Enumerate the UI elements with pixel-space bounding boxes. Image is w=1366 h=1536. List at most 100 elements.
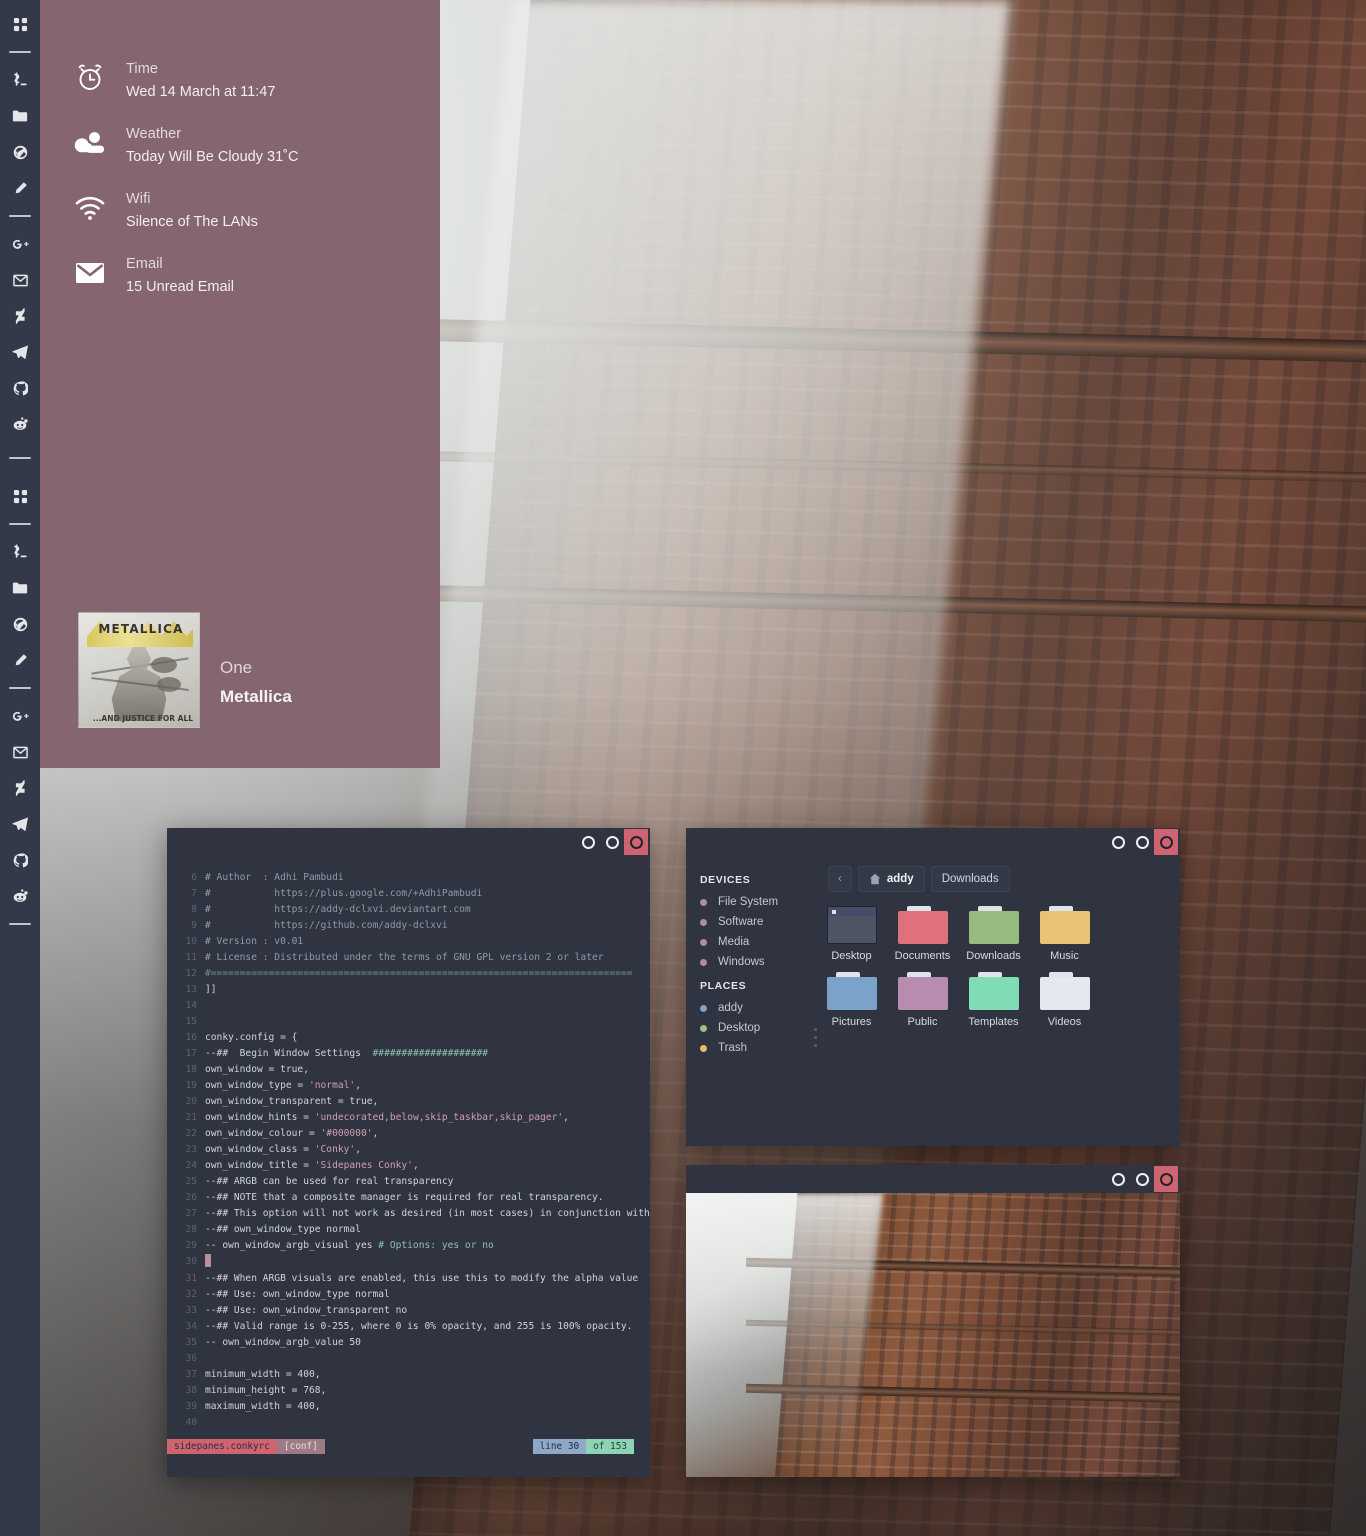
- editor-line: 16 conky.config = {: [175, 1030, 638, 1046]
- minimize-button[interactable]: [1106, 829, 1130, 855]
- editor-line-text: own_window_colour = '#000000',: [205, 1126, 378, 1142]
- sidebar-item-addy[interactable]: addy: [700, 998, 808, 1018]
- dock-item-google-plus[interactable]: [0, 698, 40, 734]
- dock-item-github[interactable]: [0, 842, 40, 878]
- image-viewer-titlebar[interactable]: [686, 1165, 1180, 1193]
- dock-item-github[interactable]: [0, 370, 40, 406]
- gmail-icon: [12, 274, 28, 287]
- maximize-button[interactable]: [1130, 1166, 1154, 1192]
- file-item-music[interactable]: Music: [1029, 906, 1100, 962]
- file-manager-titlebar[interactable]: [686, 828, 1180, 856]
- maximize-button[interactable]: [1130, 829, 1154, 855]
- dock-item-file-manager[interactable]: [0, 98, 40, 134]
- file-item-downloads[interactable]: Downloads: [958, 906, 1029, 962]
- file-grid: Desktop Documents Downloads Music Pictures Pu…: [816, 906, 1168, 1038]
- dock-item-file-manager[interactable]: [0, 570, 40, 606]
- editor-cursor: [205, 1254, 211, 1267]
- editor-token: own_window_class =: [205, 1144, 315, 1155]
- editor-line-number: 33: [185, 1305, 197, 1316]
- dock-item-deviantart[interactable]: [0, 770, 40, 806]
- editor-line: 6 # Author : Adhi Pambudi: [175, 870, 638, 886]
- dock-item-terminal[interactable]: [0, 62, 40, 98]
- dock-item-text-editor[interactable]: [0, 642, 40, 678]
- editor-token: --## own_window_type normal: [205, 1224, 361, 1235]
- dock-item-browser[interactable]: [0, 606, 40, 642]
- editor-line-text: minimum_height = 768,: [205, 1383, 326, 1399]
- sidebar-section-devices: DEVICES: [700, 874, 751, 886]
- envelope-icon: [68, 251, 112, 295]
- maximize-icon: [1135, 1172, 1149, 1186]
- file-item-pictures[interactable]: Pictures: [816, 972, 887, 1028]
- window-controls: [576, 829, 648, 855]
- editor-line: 37 minimum_width = 400,: [175, 1367, 638, 1383]
- editor-token: 'Sidepanes Conky': [314, 1160, 413, 1171]
- editor-token: own_window_title =: [205, 1160, 315, 1171]
- breadcrumb-home[interactable]: addy: [857, 866, 925, 892]
- file-item-documents[interactable]: Documents: [887, 906, 958, 962]
- dock-divider: [9, 923, 31, 925]
- editor-token: ,: [372, 1128, 379, 1139]
- dock-item-telegram[interactable]: [0, 806, 40, 842]
- editor-token: --## When ARGB visuals are enabled, this…: [205, 1273, 639, 1284]
- maximize-button[interactable]: [600, 829, 624, 855]
- sidebar-item-software[interactable]: Software: [700, 912, 808, 932]
- image-viewer-window: [686, 1165, 1180, 1477]
- sidebar-item-desktop[interactable]: Desktop: [700, 1018, 808, 1038]
- music-artist: Metallica: [220, 686, 292, 706]
- dock-item-text-editor[interactable]: [0, 170, 40, 206]
- conky-value: Wed 14 March at 11:47: [126, 83, 276, 100]
- editor-line: 20 own_window_transparent = true,: [175, 1094, 638, 1110]
- close-icon: [1159, 835, 1173, 849]
- editor-token: minimum_width = 400,: [205, 1369, 321, 1380]
- conky-row-email: Email 15 Unread Email: [68, 251, 234, 298]
- editor-token: --## Begin Window Settings: [205, 1048, 373, 1059]
- sidebar-item-media[interactable]: Media: [700, 932, 808, 952]
- editor-line-number: 26: [185, 1192, 197, 1203]
- file-item-desktop[interactable]: Desktop: [816, 906, 887, 962]
- editor-token: # https://github.com/addy-dclxvi: [205, 920, 448, 931]
- dock-item-gmail[interactable]: [0, 262, 40, 298]
- editor-line-number: 28: [185, 1224, 197, 1235]
- editor-line-text: #=======================================…: [205, 966, 632, 982]
- breadcrumb: ‹ addy Downloads: [828, 866, 1168, 892]
- dock-item-telegram[interactable]: [0, 334, 40, 370]
- dock-item-reddit[interactable]: [0, 406, 40, 442]
- dock-item-browser[interactable]: [0, 134, 40, 170]
- editor-titlebar[interactable]: [167, 828, 650, 856]
- dock-item-gmail[interactable]: [0, 734, 40, 770]
- bullet-icon: [700, 958, 707, 966]
- file-item-templates[interactable]: Templates: [958, 972, 1029, 1028]
- sidebar-item-file-system[interactable]: File System: [700, 892, 808, 912]
- dock-item-apps-grid[interactable]: [0, 478, 40, 514]
- editor-line: 14: [175, 998, 638, 1014]
- back-button[interactable]: ‹: [828, 866, 852, 892]
- sidebar-item-windows[interactable]: Windows: [700, 952, 808, 972]
- minimize-icon: [581, 835, 595, 849]
- dock-item-apps-grid[interactable]: [0, 6, 40, 42]
- dock-item-terminal[interactable]: [0, 534, 40, 570]
- dock-item-google-plus[interactable]: [0, 226, 40, 262]
- editor-line-number: 30: [185, 1256, 197, 1267]
- window-controls: [1106, 1166, 1178, 1192]
- breadcrumb-current[interactable]: Downloads: [930, 866, 1010, 892]
- editor-token: #=======================================…: [205, 968, 633, 979]
- file-item-public[interactable]: Public: [887, 972, 958, 1028]
- dock-divider: [9, 523, 31, 525]
- editor-token: ]]: [205, 984, 217, 995]
- dock-item-deviantart[interactable]: [0, 298, 40, 334]
- pane-drag-handle[interactable]: [814, 1028, 817, 1052]
- close-button[interactable]: [1154, 829, 1178, 855]
- dock-item-reddit[interactable]: [0, 878, 40, 914]
- close-button[interactable]: [624, 829, 648, 855]
- close-button[interactable]: [1154, 1166, 1178, 1192]
- editor-line-number: 11: [185, 952, 197, 963]
- editor-text-area[interactable]: 6 # Author : Adhi Pambudi 7 # https://plus.…: [167, 856, 650, 1431]
- minimize-button[interactable]: [1106, 1166, 1130, 1192]
- minimize-button[interactable]: [576, 829, 600, 855]
- sidebar-item-trash[interactable]: Trash: [700, 1038, 808, 1058]
- browser-icon: [13, 145, 28, 160]
- bullet-icon: [700, 1044, 707, 1052]
- editor-line: 34 --## Valid range is 0-255, where 0 is …: [175, 1319, 638, 1335]
- file-item-label: Music: [1050, 950, 1079, 962]
- file-item-videos[interactable]: Videos: [1029, 972, 1100, 1028]
